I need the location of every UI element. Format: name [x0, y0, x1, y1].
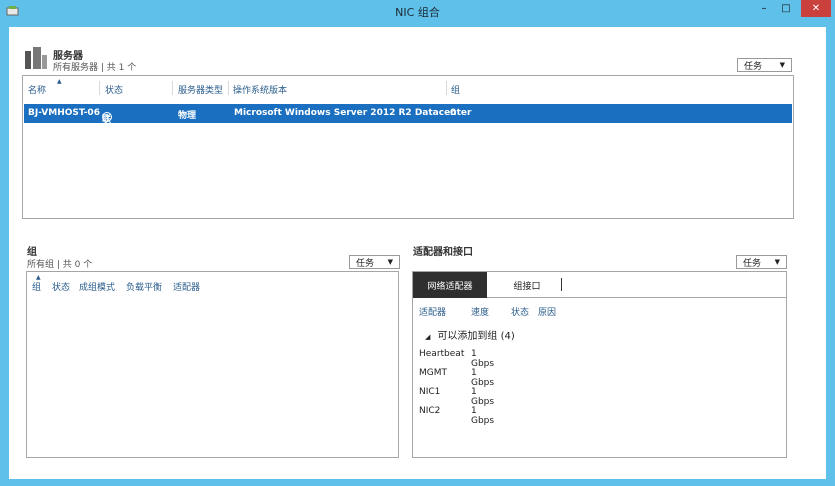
- servers-subtitle: 所有服务器 | 共 1 个: [53, 63, 137, 73]
- column-divider: [172, 81, 173, 95]
- groups-subtitle: 所有组 | 共 0 个: [27, 260, 93, 270]
- groups-panel: ▲ 组 状态 成组模式 负载平衡 适配器: [26, 271, 399, 458]
- server-name: BJ-VMHOST-06: [28, 108, 100, 118]
- column-header-teaming-mode[interactable]: 成组模式: [79, 280, 115, 293]
- column-header-reason[interactable]: 原因: [538, 305, 556, 318]
- column-header-os-version[interactable]: 操作系统版本: [233, 83, 287, 96]
- column-header-load-balancing[interactable]: 负载平衡: [126, 280, 162, 293]
- server-group: 0: [450, 108, 457, 118]
- nic-teaming-window: NIC 组合 – □ ✕ 服务器 所有服务器 | 共 1 个 任务 ▼ ▲ 名称…: [0, 0, 835, 486]
- adapters-title: 适配器和接口: [413, 247, 473, 258]
- column-divider: [228, 81, 229, 95]
- tab-network-adapters[interactable]: 网络适配器: [413, 272, 487, 298]
- adapter-speed: 1 Gbps: [471, 368, 495, 388]
- chevron-down-icon: ▼: [387, 258, 393, 266]
- sort-ascending-icon: ▲: [57, 78, 62, 85]
- column-header-adapter-status[interactable]: 状态: [511, 305, 529, 318]
- groups-tasks-label: 任务: [356, 258, 375, 269]
- column-header-status[interactable]: 状态: [105, 83, 123, 96]
- text-cursor: [561, 278, 562, 291]
- column-header-adapters[interactable]: 适配器: [173, 280, 200, 293]
- chevron-down-icon: ▼: [774, 258, 780, 266]
- groups-tasks-button[interactable]: 任务 ▼: [349, 255, 400, 269]
- column-divider: [446, 81, 447, 95]
- adapter-name: NIC1: [419, 387, 441, 397]
- column-divider: [99, 81, 100, 95]
- adapter-group-header[interactable]: ◢ 可以添加到组 (4): [425, 327, 515, 342]
- groups-title: 组: [27, 247, 37, 258]
- server-icon: [25, 47, 47, 69]
- adapter-name: Heartbeat: [419, 349, 465, 359]
- chevron-down-icon: ▼: [779, 61, 785, 69]
- adapters-panel: 网络适配器 组接口 适配器 速度 状态 原因 ◢ 可以添加到组 (4) Heart…: [412, 271, 787, 458]
- column-header-team[interactable]: 组: [32, 280, 41, 293]
- column-header-server-type[interactable]: 服务器类型: [178, 83, 223, 96]
- adapters-tasks-label: 任务: [743, 258, 762, 269]
- column-header-speed[interactable]: 速度: [471, 305, 489, 318]
- adapter-speed: 1 Gbps: [471, 387, 495, 407]
- server-type: 物理: [178, 111, 197, 121]
- client-area: 服务器 所有服务器 | 共 1 个 任务 ▼ ▲ 名称 状态 服务器类型 操作系…: [9, 27, 826, 479]
- adapter-speed: 1 Gbps: [471, 349, 495, 369]
- server-status-text: 联机: [102, 115, 112, 138]
- adapter-name: MGMT: [419, 368, 448, 378]
- minimize-button[interactable]: –: [753, 0, 775, 17]
- table-row[interactable]: BJ-VMHOST-06 ↑ 联机 物理 Microsoft Windows Se…: [24, 104, 792, 138]
- servers-tasks-button[interactable]: 任务 ▼: [737, 58, 792, 72]
- tab-team-interfaces[interactable]: 组接口: [497, 272, 557, 298]
- adapters-tasks-button[interactable]: 任务 ▼: [736, 255, 787, 269]
- column-header-group[interactable]: 组: [451, 83, 460, 96]
- title-bar[interactable]: NIC 组合 – □ ✕: [0, 0, 835, 24]
- servers-tasks-label: 任务: [744, 61, 763, 72]
- column-header-name[interactable]: 名称: [28, 83, 46, 96]
- column-header-team-status[interactable]: 状态: [52, 280, 70, 293]
- window-title: NIC 组合: [395, 6, 440, 19]
- collapse-triangle-icon[interactable]: ◢: [425, 333, 430, 341]
- adapter-group-label: 可以添加到组 (4): [437, 331, 515, 342]
- adapter-name: NIC2: [419, 406, 441, 416]
- servers-panel: ▲ 名称 状态 服务器类型 操作系统版本 组 BJ-VMHOST-06 ↑ 联机 …: [22, 75, 794, 219]
- column-header-adapter[interactable]: 适配器: [419, 305, 446, 318]
- adapter-tab-bar: 网络适配器 组接口: [413, 272, 786, 298]
- adapter-speed: 1 Gbps: [471, 406, 495, 426]
- maximize-button[interactable]: □: [775, 0, 797, 17]
- server-os: Microsoft Windows Server 2012 R2 Datacen…: [234, 108, 472, 118]
- close-button[interactable]: ✕: [801, 0, 831, 17]
